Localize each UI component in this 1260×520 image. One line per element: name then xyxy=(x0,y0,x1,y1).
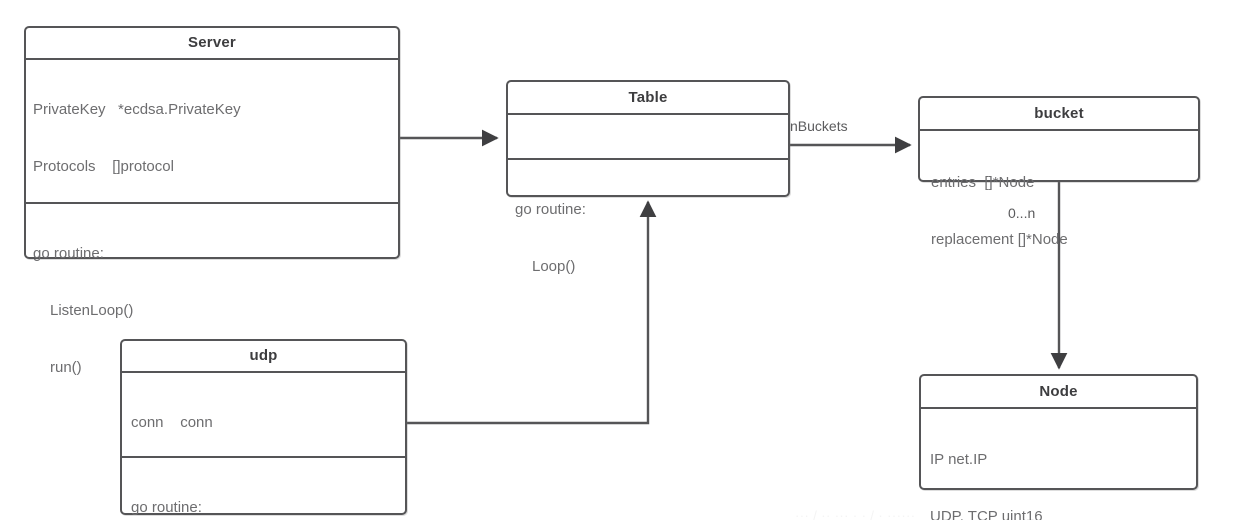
class-attributes-bucket: entries []*Node replacement []*Node xyxy=(920,131,1198,290)
class-box-udp[interactable]: udp conn conn addpending chan *pending g… xyxy=(120,339,407,516)
class-attributes-server: PrivateKey *ecdsa.PrivateKey Protocols [… xyxy=(26,60,398,202)
class-operations-udp: go routine: loop() readLoop() xyxy=(122,458,405,520)
operation-row: ListenLoop() xyxy=(50,302,134,319)
attribute-row: replacement []*Node xyxy=(931,231,1068,248)
attribute-row: PrivateKey *ecdsa.PrivateKey xyxy=(33,101,241,118)
diagram-canvas: Server PrivateKey *ecdsa.PrivateKey Prot… xyxy=(0,0,1260,520)
operations-header: go routine: xyxy=(33,245,104,262)
class-box-bucket[interactable]: bucket entries []*Node replacement []*No… xyxy=(918,96,1200,248)
class-box-server[interactable]: Server PrivateKey *ecdsa.PrivateKey Prot… xyxy=(24,26,400,376)
attribute-row: IP net.IP xyxy=(930,451,988,468)
attribute-row: entries []*Node xyxy=(931,174,1035,191)
class-title-server: Server xyxy=(188,34,236,51)
class-title-udp: udp xyxy=(249,347,278,364)
operations-header: go routine: xyxy=(515,201,586,218)
attribute-row: Protocols []protocol xyxy=(33,158,174,175)
attribute-row: conn conn xyxy=(131,414,213,431)
class-attributes-node: IP net.IP UDP, TCP uint16 ID NodeID sha … xyxy=(921,409,1196,520)
class-title-bucket: bucket xyxy=(1034,105,1084,122)
class-attributes-udp: conn conn addpending chan *pending gotre… xyxy=(122,373,405,456)
class-operations-table: go routine: Loop() xyxy=(508,160,788,317)
class-box-table[interactable]: Table bucket [nBuckets]* bucket refreshR… xyxy=(506,80,790,275)
page-watermark: ··· / ·· ··· · · / · ······ xyxy=(795,508,916,520)
class-title-node: Node xyxy=(1039,383,1078,400)
operations-header: go routine: xyxy=(131,499,202,516)
edge-label-multiplicity-0-n: 0...n xyxy=(1008,205,1036,221)
edge-label-nbuckets: nBuckets xyxy=(790,118,848,134)
class-attributes-table: bucket [nBuckets]* bucket refreshReq cha… xyxy=(508,115,788,158)
attribute-row: UDP, TCP uint16 xyxy=(930,508,1043,520)
class-box-node[interactable]: Node IP net.IP UDP, TCP uint16 ID NodeID… xyxy=(919,374,1198,520)
class-title-table: Table xyxy=(628,89,668,106)
operation-row: Loop() xyxy=(532,258,576,275)
